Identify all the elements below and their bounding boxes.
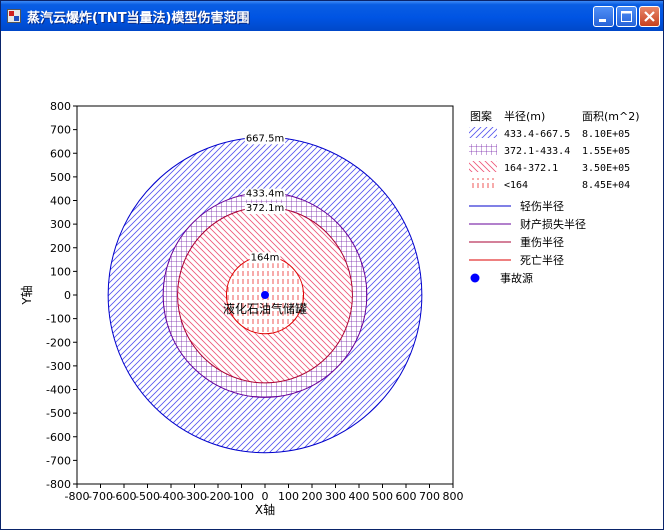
y-tick-label: 400 [50,195,71,208]
y-tick-label: -200 [46,336,71,349]
legend-header-radius: 半径(m) [504,109,545,123]
radius-label: 164m [251,252,280,263]
legend-line-label: 轻伤半径 [520,199,564,213]
x-tick-label: -300 [182,490,207,503]
x-tick-label: -400 [159,490,184,503]
x-tick-label: 200 [302,490,323,503]
radius-label: 433.4m [246,189,284,200]
legend-point-label: 事故源 [500,271,533,285]
legend-line-label: 死亡半径 [520,253,564,267]
legend-pattern-swatch [469,161,497,172]
legend-range: 164-372.1 [504,163,558,174]
x-tick-label: -200 [206,490,231,503]
x-tick-label: -700 [88,490,113,503]
legend-area: 3.50E+05 [582,163,630,174]
x-tick-label: 300 [325,490,346,503]
legend-pattern-swatch [469,127,497,138]
legend-area: 8.10E+05 [582,129,630,140]
maximize-icon [621,11,632,22]
legend-range: 372.1-433.4 [504,146,570,157]
x-tick-label: -600 [112,490,137,503]
x-tick-label: -100 [229,490,254,503]
minimize-button[interactable] [593,6,614,27]
y-tick-label: 100 [50,265,71,278]
x-tick-label: 800 [443,490,464,503]
x-tick-label: 600 [396,490,417,503]
y-tick-label: -700 [46,454,71,467]
radius-label: 667.5m [246,133,284,144]
y-tick-label: -100 [46,313,71,326]
y-tick-label: -400 [46,384,71,397]
accident-source-label: 液化石油气储罐 [223,301,307,316]
y-tick-label: -300 [46,360,71,373]
y-tick-label: 500 [50,171,71,184]
x-tick-label: -500 [135,490,160,503]
legend-range: <164 [504,180,528,191]
x-tick-label: 400 [349,490,370,503]
legend-header-area: 面积(m^2) [582,110,640,123]
damage-range-chart: 667.5m433.4m372.1m164m液化石油气储罐-800-800-70… [19,100,640,517]
y-tick-label: 600 [50,147,71,160]
close-button[interactable] [639,6,660,27]
legend-point-marker [470,273,480,283]
legend-line-label: 重伤半径 [520,235,564,249]
y-tick-label: -600 [46,431,71,444]
x-axis-label: X轴 [255,502,275,517]
accident-source-point [261,291,269,299]
legend-pattern-swatch [469,144,497,155]
window-title: 蒸汽云爆炸(TNT当量法)模型伤害范围 [27,10,250,26]
legend-line-label: 财产损失半径 [520,217,586,231]
legend: 图案 半径(m) 面积(m^2) 433.4-667.5 8.10E+05 372.1-4… [469,109,640,285]
maximize-button[interactable] [616,6,637,27]
plot-area: 667.5m433.4m372.1m164m液化石油气储罐-800-800-70… [19,100,464,517]
close-icon [644,11,655,22]
title-bar[interactable]: 蒸汽云爆炸(TNT当量法)模型伤害范围 [1,1,663,31]
y-tick-label: -500 [46,407,71,420]
legend-area: 8.45E+04 [582,180,630,191]
y-axis-label: Y轴 [19,285,34,305]
radius-label: 372.1m [246,203,284,214]
app-icon[interactable] [7,9,21,23]
legend-pattern-swatch [469,178,497,189]
y-tick-label: 800 [50,100,71,113]
y-tick-label: 300 [50,218,71,231]
y-tick-label: 0 [64,289,71,302]
x-tick-label: 100 [278,490,299,503]
legend-range: 433.4-667.5 [504,129,570,140]
y-tick-label: 700 [50,124,71,137]
x-tick-label: 500 [372,490,393,503]
x-tick-label: -800 [65,490,90,503]
minimize-icon [599,19,606,22]
x-tick-label: 0 [262,490,269,503]
y-tick-label: 200 [50,242,71,255]
app-window: 蒸汽云爆炸(TNT当量法)模型伤害范围 667.5m 433.4m 372.1m… [0,0,664,530]
legend-area: 1.55E+05 [582,146,630,157]
x-tick-label: 700 [419,490,440,503]
legend-header-pattern: 图案 [470,109,492,123]
